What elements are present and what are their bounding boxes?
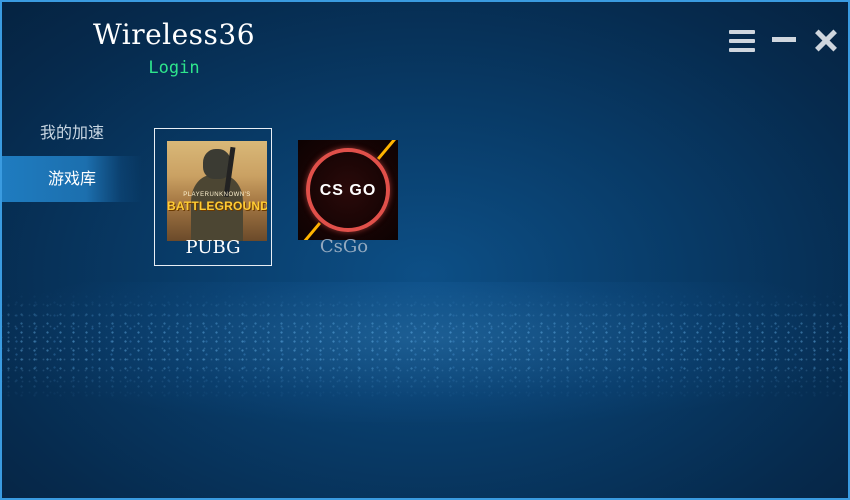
pubg-banner-main: BATTLEGROUNDS: [167, 199, 267, 213]
game-label-csgo: CsGo: [319, 236, 369, 254]
app-title: Wireless36: [92, 18, 256, 51]
game-card-csgo[interactable]: CS GO CsGo: [286, 128, 402, 264]
sidebar-item-my-acceleration[interactable]: 我的加速: [2, 110, 142, 156]
app-window: Wireless36 Login 我的加速 游戏库 PLAYERUNKNOWN'…: [0, 0, 850, 500]
csgo-stripe: [376, 140, 397, 160]
game-label-pubg: PUBG: [185, 237, 241, 255]
csgo-thumbnail: CS GO: [298, 140, 398, 240]
pubg-banner-top: PLAYERUNKNOWN'S: [183, 192, 251, 198]
sidebar-item-game-library[interactable]: 游戏库: [2, 156, 142, 202]
login-link[interactable]: Login: [2, 58, 346, 78]
background-particles: [2, 292, 848, 402]
close-icon[interactable]: [812, 28, 840, 54]
minimize-icon[interactable]: [770, 28, 798, 54]
menu-icon[interactable]: [728, 28, 756, 54]
sidebar: 我的加速 游戏库: [2, 110, 142, 202]
game-card-pubg[interactable]: PLAYERUNKNOWN'S BATTLEGROUNDS PUBG: [154, 128, 272, 266]
pubg-thumbnail: PLAYERUNKNOWN'S BATTLEGROUNDS: [167, 141, 267, 241]
pubg-banner: PLAYERUNKNOWN'S BATTLEGROUNDS: [167, 191, 267, 215]
window-controls: [728, 28, 840, 54]
csgo-logo-text: CS GO: [319, 182, 377, 199]
